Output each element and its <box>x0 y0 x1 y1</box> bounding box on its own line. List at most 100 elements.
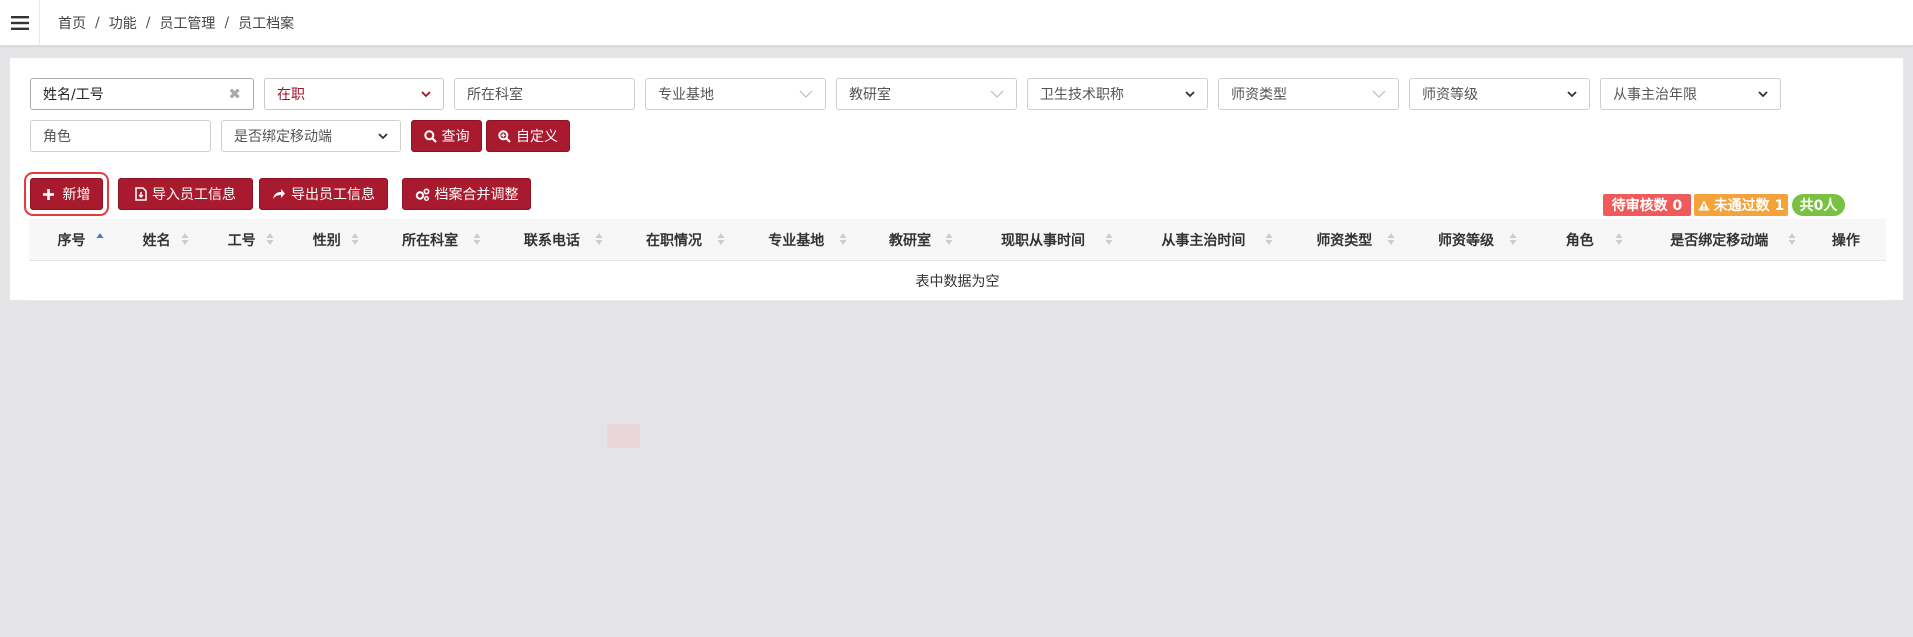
sort-icon <box>1615 233 1623 245</box>
file-import-icon <box>135 187 147 201</box>
column-header-label: 从事主治时间 <box>1161 233 1246 249</box>
custom-button-label: 自定义 <box>516 129 558 145</box>
department-placeholder: 所在科室 <box>467 87 523 103</box>
sort-icon <box>839 233 847 245</box>
import-staff-button[interactable]: 导入员工信息 <box>118 178 253 210</box>
mobile-bound-value: 是否绑定移动端 <box>234 129 332 145</box>
add-button-label: 新增 <box>62 187 91 203</box>
status-select-value: 在职 <box>277 87 305 103</box>
role-input[interactable]: 角色 <box>30 120 211 152</box>
export-staff-button-label: 导出员工信息 <box>291 187 375 203</box>
professional-base-select[interactable]: 专业基地 <box>645 78 826 110</box>
column-header-current-position-time[interactable]: 现职从事时间 <box>963 219 1123 261</box>
sort-icon <box>351 233 359 245</box>
chevron-down-icon <box>799 90 813 98</box>
menu-toggle-button[interactable] <box>0 0 40 46</box>
empty-table-message: 表中数据为空 <box>915 273 1000 290</box>
merge-archives-button-label: 档案合并调整 <box>434 187 519 203</box>
column-header-label: 所在科室 <box>402 233 459 249</box>
failed-count-label: 未通过数 1 <box>1713 198 1785 214</box>
column-header-label: 姓名 <box>142 233 171 249</box>
table-empty-row: 表中数据为空 <box>29 261 1886 301</box>
column-header-label: 师资类型 <box>1316 233 1373 249</box>
breadcrumb-current: 员工档案 <box>238 15 295 32</box>
name-id-input-value: 姓名/工号 <box>43 87 104 103</box>
role-placeholder: 角色 <box>43 129 71 145</box>
failed-count-badge[interactable]: 未通过数 1 <box>1694 194 1788 216</box>
share-icon <box>273 189 285 199</box>
health-title-select[interactable]: 卫生技术职称 <box>1027 78 1208 110</box>
total-count-badge: 共0人 <box>1792 194 1845 216</box>
zoom-in-icon <box>498 129 511 143</box>
loading-placeholder <box>607 424 640 448</box>
chevron-down-icon <box>990 90 1004 98</box>
sort-icon <box>595 233 603 245</box>
breadcrumb-separator: / <box>145 14 151 31</box>
column-header-label: 教研室 <box>888 233 931 249</box>
sort-icon <box>717 233 725 245</box>
warning-icon <box>1698 200 1710 210</box>
column-header-attending-time[interactable]: 从事主治时间 <box>1123 219 1283 261</box>
sort-icon <box>1509 233 1517 245</box>
chevron-down-icon <box>1758 91 1768 98</box>
mobile-bound-select[interactable]: 是否绑定移动端 <box>221 120 401 152</box>
chevron-down-icon <box>378 133 388 140</box>
teaching-room-select[interactable]: 教研室 <box>836 78 1017 110</box>
main-panel: 姓名/工号 ✖ 在职 所在科室 专业基地 教研室 卫生技术职称 师资类型 师资等… <box>9 57 1904 301</box>
teaching-room-placeholder: 教研室 <box>849 87 891 103</box>
pending-count-badge[interactable]: 待审核数 0 <box>1603 194 1691 216</box>
breadcrumb: 首页 / 功能 / 员工管理 / 员工档案 <box>40 13 294 33</box>
column-header-label: 师资等级 <box>1438 233 1494 249</box>
breadcrumb-staff-management[interactable]: 员工管理 <box>159 13 215 33</box>
column-header-mobile-bound[interactable]: 是否绑定移动端 <box>1633 219 1806 261</box>
sort-icon <box>473 233 481 245</box>
column-header-label: 联系电话 <box>523 233 580 249</box>
add-button[interactable]: 新增 <box>24 172 109 216</box>
column-header-gender[interactable]: 性别 <box>284 219 369 261</box>
custom-button[interactable]: 自定义 <box>486 120 570 152</box>
sort-icon <box>945 233 953 245</box>
column-header-name[interactable]: 姓名 <box>114 219 199 261</box>
clear-icon[interactable]: ✖ <box>228 85 241 103</box>
professional-base-placeholder: 专业基地 <box>658 87 714 103</box>
column-header-label: 角色 <box>1565 233 1594 249</box>
department-input[interactable]: 所在科室 <box>454 78 635 110</box>
export-staff-button[interactable]: 导出员工信息 <box>259 178 388 210</box>
column-header-professional-base[interactable]: 专业基地 <box>735 219 857 261</box>
status-select[interactable]: 在职 <box>264 78 444 110</box>
breadcrumb-separator: / <box>95 14 100 31</box>
column-header-employment-status[interactable]: 在职情况 <box>613 219 736 261</box>
query-button[interactable]: 查询 <box>411 120 482 152</box>
teacher-level-select[interactable]: 师资等级 <box>1409 78 1590 110</box>
column-header-role[interactable]: 角色 <box>1527 219 1633 261</box>
column-header-staff-id[interactable]: 工号 <box>199 219 284 261</box>
top-bar: 首页 / 功能 / 员工管理 / 员工档案 <box>0 0 1913 46</box>
years-attending-select[interactable]: 从事主治年限 <box>1600 78 1781 110</box>
column-header-teacher-level[interactable]: 师资等级 <box>1405 219 1527 261</box>
merge-archives-button[interactable]: 档案合并调整 <box>402 178 531 210</box>
column-header-label: 在职情况 <box>646 233 703 249</box>
column-header-teacher-type[interactable]: 师资类型 <box>1283 219 1405 261</box>
column-header-teaching-room[interactable]: 教研室 <box>857 219 963 261</box>
cogs-icon <box>415 187 430 201</box>
column-header-index[interactable]: 序号 <box>29 219 114 261</box>
hamburger-icon <box>10 15 29 30</box>
teacher-type-select[interactable]: 师资类型 <box>1218 78 1399 110</box>
column-header-department[interactable]: 所在科室 <box>369 219 491 261</box>
column-header-label: 是否绑定移动端 <box>1670 233 1769 249</box>
column-header-label: 序号 <box>57 233 86 249</box>
name-id-input[interactable]: 姓名/工号 ✖ <box>30 78 254 110</box>
column-header-phone[interactable]: 联系电话 <box>491 219 613 261</box>
column-header-label: 专业基地 <box>768 233 825 249</box>
breadcrumb-function[interactable]: 功能 <box>109 13 137 33</box>
total-count-label: 共0人 <box>1799 198 1838 214</box>
health-title-value: 卫生技术职称 <box>1040 87 1124 103</box>
chevron-down-icon <box>1372 90 1386 98</box>
years-attending-value: 从事主治年限 <box>1613 87 1697 103</box>
import-staff-button-label: 导入员工信息 <box>152 187 236 203</box>
breadcrumb-home[interactable]: 首页 <box>58 13 86 33</box>
column-header-label: 性别 <box>312 233 341 249</box>
chevron-down-icon <box>1567 91 1577 98</box>
teacher-type-placeholder: 师资类型 <box>1231 87 1287 103</box>
column-header-label: 现职从事时间 <box>1001 233 1086 249</box>
